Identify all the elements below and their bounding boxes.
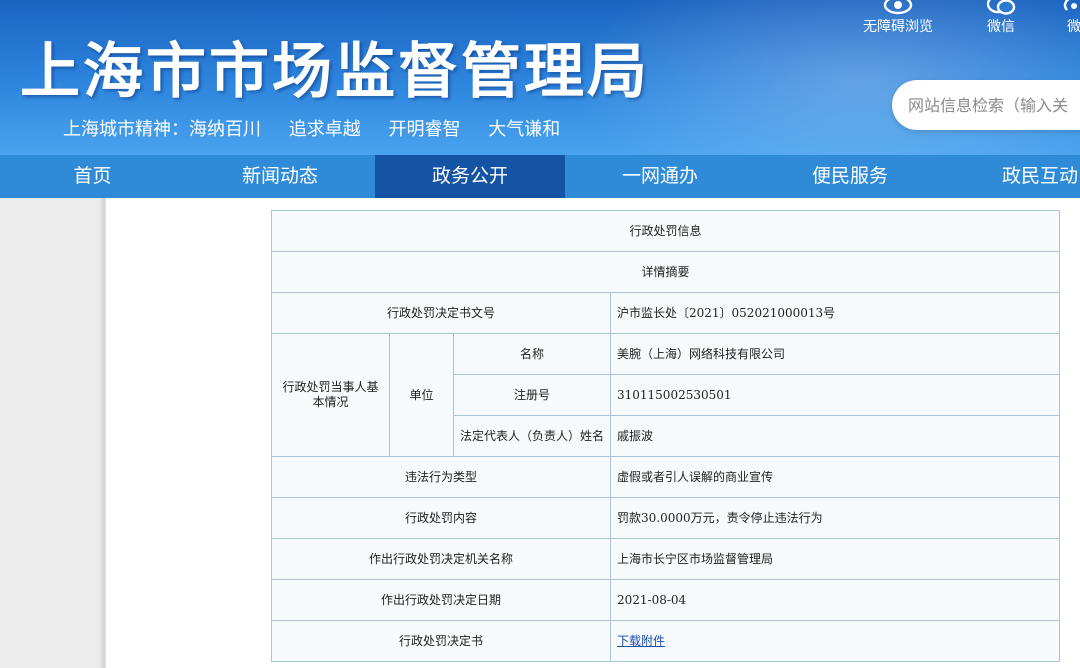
accessibility-button[interactable]: 无障碍浏览 <box>853 0 943 40</box>
table-row: 行政处罚内容 罚款30.0000万元，责令停止违法行为 <box>271 497 1061 539</box>
weibo-label: 微 <box>1067 19 1080 35</box>
nav-item-online-services[interactable]: 一网通办 <box>565 155 755 198</box>
table-row: 行政处罚决定书文号 沪市监长处〔2021〕052021000013号 <box>271 292 1061 334</box>
decision-document-cell: 下载附件 <box>609 620 1061 662</box>
authority-value: 上海市长宁区市场监督管理局 <box>609 538 1061 580</box>
left-margin <box>0 198 105 668</box>
wechat-label: 微信 <box>987 19 1015 35</box>
decision-document-label: 行政处罚决定书 <box>271 620 611 662</box>
violation-type-value: 虚假或者引人误解的商业宣传 <box>609 456 1061 498</box>
wechat-icon <box>986 0 1016 15</box>
motto-part: 开明睿智 <box>388 119 461 140</box>
weibo-button[interactable]: 微 <box>1054 0 1080 40</box>
rep-value: 戚振波 <box>609 415 1061 457</box>
decision-date-label: 作出行政处罚决定日期 <box>271 579 611 621</box>
site-title[interactable]: 上海市市场监督管理局 <box>20 34 650 110</box>
table-row: 违法行为类型 虚假或者引人误解的商业宣传 <box>271 456 1061 498</box>
reg-value: 310115002530501 <box>609 374 1061 416</box>
nav-item-home[interactable]: 首页 <box>0 155 185 198</box>
nav-item-government-affairs[interactable]: 政务公开 <box>375 155 565 198</box>
unit-label: 单位 <box>389 333 454 457</box>
table-row: 作出行政处罚决定机关名称 上海市长宁区市场监督管理局 <box>271 538 1061 580</box>
rep-label: 法定代表人（负责人）姓名 <box>453 415 611 457</box>
table-title: 行政处罚信息 <box>270 210 1061 252</box>
eye-icon <box>883 0 913 15</box>
main-nav: 首页 新闻动态 政务公开 一网通办 便民服务 政民互动 <box>0 155 1080 198</box>
motto-part: 追求卓越 <box>288 119 361 140</box>
nav-item-public-services[interactable]: 便民服务 <box>755 155 945 198</box>
download-attachment-link[interactable]: 下载附件 <box>617 634 665 648</box>
name-label: 名称 <box>453 333 611 375</box>
penalty-content-value: 罚款30.0000万元，责令停止违法行为 <box>609 497 1061 539</box>
decision-date-value: 2021-08-04 <box>609 579 1061 621</box>
wechat-button[interactable]: 微信 <box>956 0 1046 40</box>
weibo-icon <box>1063 0 1077 11</box>
nav-item-news[interactable]: 新闻动态 <box>185 155 375 198</box>
accessibility-label: 无障碍浏览 <box>863 19 933 35</box>
decision-no-value: 沪市监长处〔2021〕052021000013号 <box>609 292 1061 334</box>
site-header: 上海市市场监督管理局 上海城市精神：海纳百川 追求卓越 开明睿智 大气谦和 无障… <box>0 0 1080 155</box>
table-subtitle: 详情摘要 <box>270 251 1061 293</box>
nav-item-interaction[interactable]: 政民互动 <box>945 155 1080 198</box>
motto-part: 上海城市精神：海纳百川 <box>63 119 261 140</box>
penalty-info-table: 行政处罚信息 详情摘要 行政处罚决定书文号 沪市监长处〔2021〕0520210… <box>270 210 1061 662</box>
site-search <box>892 80 1080 130</box>
reg-label: 注册号 <box>453 374 611 416</box>
violation-type-label: 违法行为类型 <box>271 456 611 498</box>
name-value: 美腕（上海）网络科技有限公司 <box>609 333 1061 375</box>
party-label: 行政处罚当事人基本情况 <box>271 333 390 457</box>
authority-label: 作出行政处罚决定机关名称 <box>271 538 611 580</box>
table-row: 作出行政处罚决定日期 2021-08-04 <box>271 579 1061 621</box>
table-row: 行政处罚当事人基本情况 单位 名称 美腕（上海）网络科技有限公司 <box>271 333 1061 457</box>
decision-no-label: 行政处罚决定书文号 <box>271 292 611 334</box>
motto-part: 大气谦和 <box>488 119 561 140</box>
content-shadow <box>100 198 106 668</box>
penalty-content-label: 行政处罚内容 <box>271 497 611 539</box>
search-input[interactable] <box>908 93 1080 117</box>
city-motto: 上海城市精神：海纳百川 追求卓越 开明睿智 大气谦和 <box>63 118 582 142</box>
table-row: 行政处罚决定书 下载附件 <box>271 620 1061 662</box>
